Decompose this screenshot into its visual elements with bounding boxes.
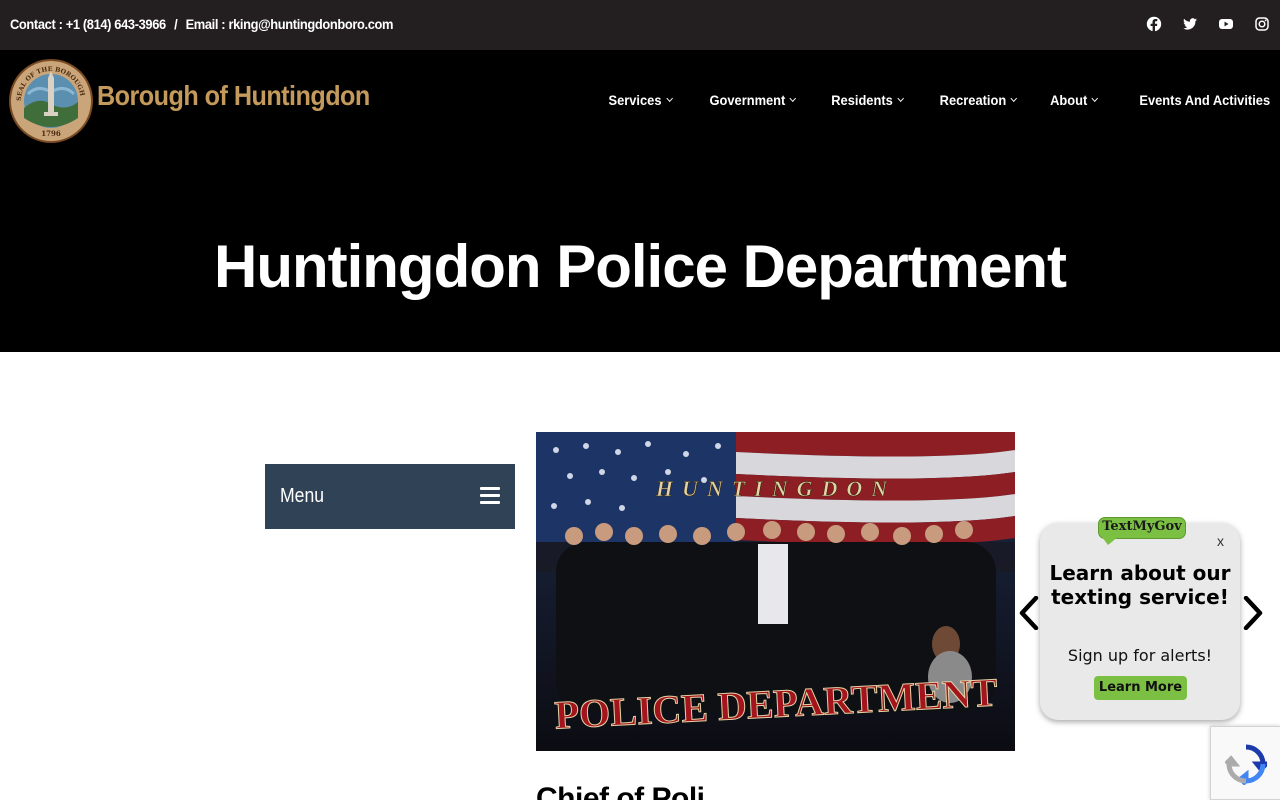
carousel-next-icon[interactable]	[1242, 595, 1264, 631]
nav-label: Services	[608, 92, 662, 108]
youtube-icon[interactable]	[1218, 16, 1234, 32]
chevron-down-icon	[1010, 94, 1018, 103]
textmygov-title: Learn about our texting service!	[1049, 561, 1231, 609]
chevron-down-icon	[897, 94, 905, 103]
brand-name[interactable]: Borough of Huntingdon	[97, 80, 370, 112]
nav-label: Government	[709, 92, 786, 108]
chevron-down-icon	[1092, 94, 1099, 103]
close-icon[interactable]: x	[1217, 533, 1224, 549]
nav-item-events[interactable]: Events And Activities	[1139, 92, 1270, 108]
seal-year: 1796	[41, 129, 61, 138]
carousel-prev-icon[interactable]	[1018, 595, 1040, 631]
recaptcha-badge[interactable]	[1210, 726, 1280, 800]
facebook-icon[interactable]	[1146, 16, 1162, 32]
textmygov-subtitle: Sign up for alerts!	[1067, 646, 1213, 665]
nav-label: Recreation	[939, 92, 1007, 108]
page-title: Huntingdon Police Department	[213, 233, 1067, 300]
nav-item-government[interactable]: Government	[709, 92, 797, 108]
social-links	[1146, 16, 1270, 32]
textmygov-logo-text: TextMyGov	[1102, 519, 1182, 534]
contact-phone[interactable]: Contact : +1 (814) 643-3966	[10, 16, 166, 32]
chevron-down-icon	[666, 94, 673, 103]
twitter-icon[interactable]	[1182, 16, 1198, 32]
section-heading: Chief of Poli	[536, 782, 705, 800]
contact-info: Contact : +1 (814) 643-3966 / Email : rkin…	[10, 16, 394, 32]
police-department-photo: HUNTINGDON POLICE DEPARTMENT	[536, 432, 1015, 751]
recaptcha-icon	[1225, 744, 1267, 785]
nav-item-recreation[interactable]: Recreation	[939, 92, 1018, 108]
nav-item-about[interactable]: About	[1050, 92, 1099, 108]
site-header: SEAL OF THE BOROUGH OF HUNTINGDON 1796 B…	[0, 50, 1280, 352]
nav-label: About	[1050, 92, 1088, 108]
chevron-down-icon	[789, 94, 797, 103]
sidebar-menu-toggle[interactable]: Menu	[265, 464, 515, 529]
nav-label: Events And Activities	[1139, 92, 1270, 108]
menu-label: Menu	[280, 485, 325, 507]
nav-item-services[interactable]: Services	[608, 92, 673, 108]
photo-banner-top: HUNTINGDON	[655, 476, 896, 501]
instagram-icon[interactable]	[1254, 16, 1270, 32]
contact-email[interactable]: Email : rking@huntingdonboro.com	[186, 16, 394, 32]
borough-seal-logo[interactable]: SEAL OF THE BOROUGH OF HUNTINGDON 1796	[5, 53, 94, 144]
nav-label: Residents	[831, 92, 893, 108]
contact-separator: /	[174, 16, 178, 32]
learn-more-button[interactable]: Learn More	[1094, 676, 1187, 700]
hamburger-icon	[480, 487, 500, 505]
textmygov-popup: TextMyGov x Learn about our texting serv…	[1040, 517, 1240, 720]
main-nav: Services Government Residents Recreation…	[573, 92, 1270, 108]
top-contact-bar: Contact : +1 (814) 643-3966 / Email : rkin…	[0, 0, 1280, 50]
textmygov-logo: TextMyGov	[1098, 517, 1188, 549]
nav-item-residents[interactable]: Residents	[831, 92, 905, 108]
